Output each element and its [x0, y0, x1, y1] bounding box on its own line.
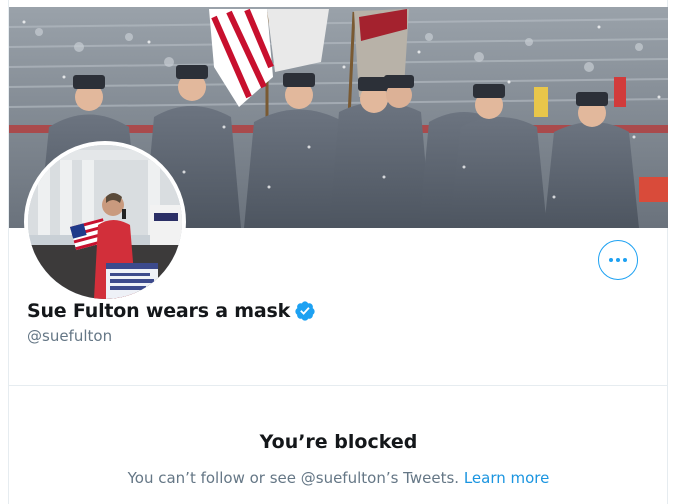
blocked-message: You can’t follow or see @suefulton’s Twe…	[127, 469, 460, 487]
blocked-message-row: You can’t follow or see @suefulton’s Twe…	[9, 469, 668, 487]
section-divider	[9, 385, 668, 386]
verified-badge-icon	[294, 300, 316, 322]
more-options-button[interactable]	[598, 240, 638, 280]
display-name: Sue Fulton wears a mask	[27, 300, 291, 322]
profile-avatar[interactable]	[24, 141, 186, 303]
avatar-image	[28, 145, 182, 299]
blocked-title: You’re blocked	[259, 431, 418, 453]
profile-name-row: Sue Fulton wears a mask	[27, 300, 316, 322]
profile-page: Sue Fulton wears a mask @suefulton You’r…	[8, 0, 668, 504]
profile-handle: @suefulton	[27, 327, 113, 345]
learn-more-link[interactable]: Learn more	[464, 469, 550, 487]
more-horizontal-icon	[608, 258, 629, 262]
